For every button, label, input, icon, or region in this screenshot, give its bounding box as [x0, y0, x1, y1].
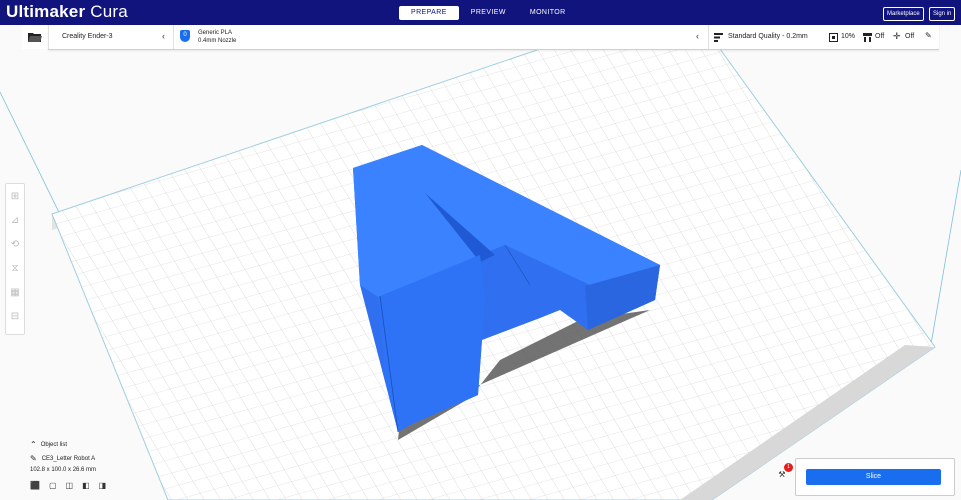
tab-prepare[interactable]: PREPARE [399, 6, 459, 20]
config-header: Creality Ender-3 ‹ 0 Generic PLA 0.4mm N… [48, 25, 939, 50]
build-viewport[interactable] [0, 49, 961, 500]
object-name[interactable]: CE3_Letter Robot A [42, 456, 95, 462]
support-value[interactable]: Off [875, 33, 884, 40]
adhesion-icon: ✛ [893, 31, 901, 41]
scale-tool-icon[interactable]: ⊿ [6, 208, 24, 232]
profile-label[interactable]: Standard Quality - 0.2mm [728, 33, 808, 40]
notification-badge: 1 [784, 463, 793, 472]
top-bar: Ultimaker Cura PREPARE PREVIEW MONITOR M… [0, 0, 961, 25]
extruder-icon: 0 [180, 30, 190, 42]
material-name[interactable]: Generic PLA [198, 30, 232, 36]
object-dimensions: 102.8 x 100.0 x 26.6 mm [30, 467, 97, 473]
chevron-left-icon[interactable]: ‹ [162, 31, 165, 41]
support-blocker-icon[interactable]: ⊟ [6, 304, 24, 328]
stage-menu: PREPARE PREVIEW MONITOR [399, 6, 578, 20]
tab-monitor[interactable]: MONITOR [518, 6, 578, 20]
support-icon [863, 33, 872, 42]
tab-preview[interactable]: PREVIEW [459, 6, 518, 20]
object-list-panel: ⌃ Object list ✎ CE3_Letter Robot A 102.8… [30, 440, 106, 490]
nozzle-size: 0.4mm Nozzle [198, 38, 237, 44]
printer-name[interactable]: Creality Ender-3 [62, 33, 113, 40]
view-top-icon[interactable]: ◫ [66, 481, 74, 490]
chevron-up-icon[interactable]: ⌃ [30, 440, 37, 449]
folder-icon [28, 33, 42, 42]
infill-icon [829, 33, 838, 42]
app-logo: Ultimaker Cura [6, 2, 128, 21]
signin-button[interactable]: Sign in [929, 7, 956, 21]
object-list-title[interactable]: Object list [41, 442, 67, 448]
infill-value[interactable]: 10% [841, 33, 855, 40]
view-left-icon[interactable]: ◧ [82, 481, 90, 490]
slice-panel: Slice [795, 458, 955, 496]
chevron-left-icon[interactable]: ‹ [696, 31, 699, 41]
slice-button[interactable]: Slice [806, 469, 941, 485]
tool-panel: ⊞ ⊿ ⟲ ⧖ ▦ ⊟ [5, 183, 25, 335]
view-right-icon[interactable]: ◨ [99, 481, 107, 490]
quality-icon [714, 33, 723, 42]
pencil-icon[interactable]: ✎ [30, 454, 37, 463]
view-front-icon[interactable]: ▢ [49, 481, 57, 490]
pencil-icon[interactable]: ✎ [925, 31, 932, 40]
open-file-button[interactable] [22, 25, 48, 49]
rotate-tool-icon[interactable]: ⟲ [6, 232, 24, 256]
mirror-tool-icon[interactable]: ⧖ [6, 256, 24, 280]
marketplace-button[interactable]: Marketplace [883, 7, 924, 21]
view-3d-icon[interactable]: ⬛ [30, 481, 40, 490]
move-tool-icon[interactable]: ⊞ [6, 184, 24, 208]
adhesion-value[interactable]: Off [905, 33, 914, 40]
per-model-settings-icon[interactable]: ▦ [6, 280, 24, 304]
